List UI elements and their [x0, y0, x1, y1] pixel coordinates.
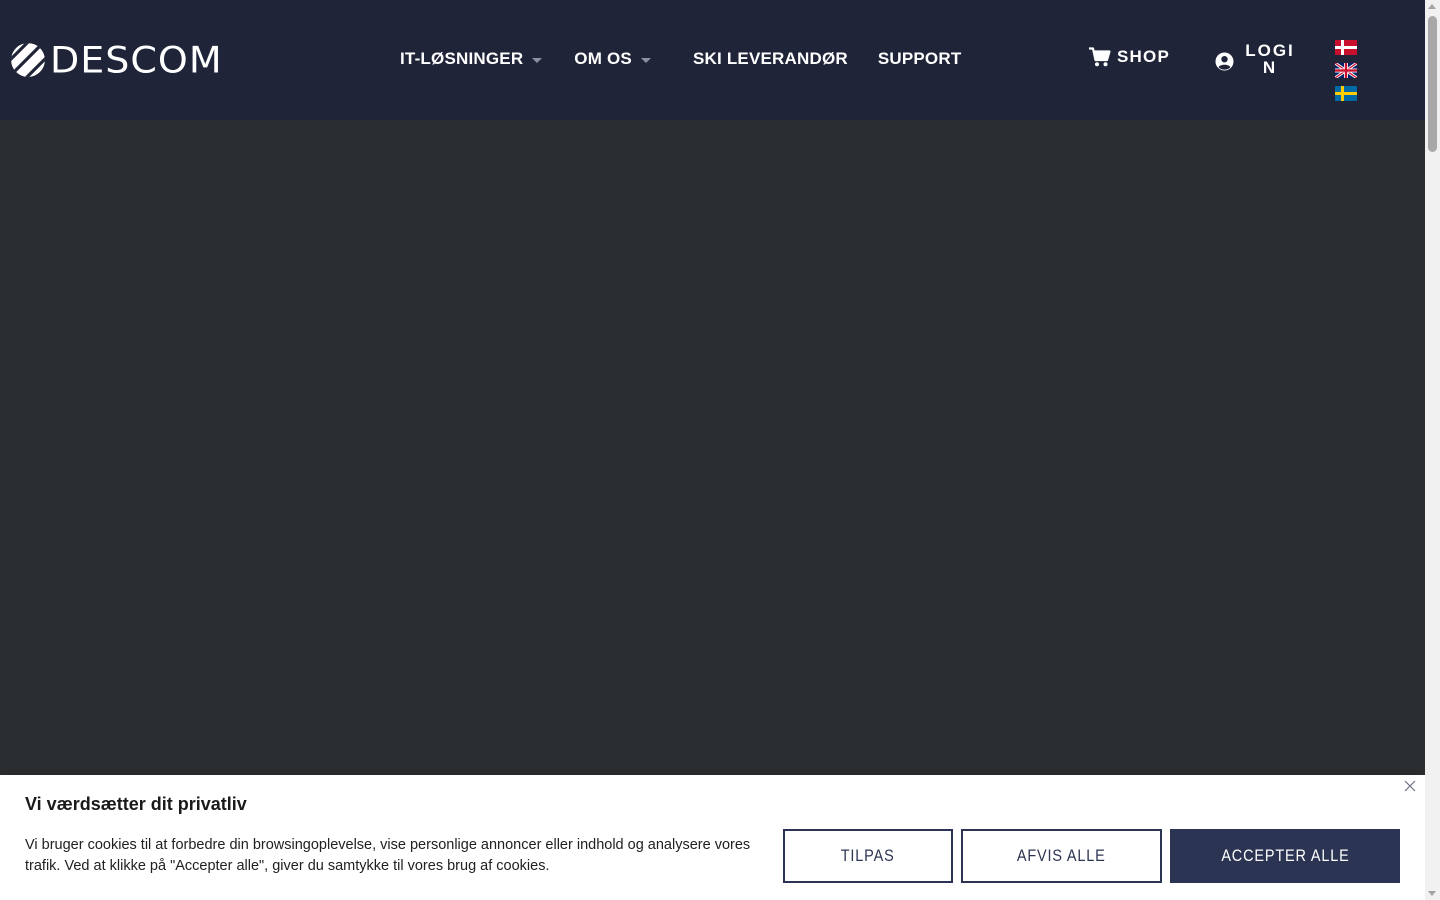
- uk-flag-icon[interactable]: [1335, 63, 1357, 78]
- nav-item-ski-supplier[interactable]: SKI LEVERANDØR: [693, 49, 848, 69]
- logo[interactable]: DESCOM: [10, 42, 223, 78]
- accept-all-button[interactable]: Accepter alle: [1170, 829, 1400, 883]
- danish-flag-icon[interactable]: [1335, 40, 1357, 55]
- swedish-flag-icon[interactable]: [1335, 86, 1357, 101]
- language-switcher: [1335, 40, 1387, 109]
- nav-item-about[interactable]: OM OS: [574, 49, 651, 69]
- cookie-title: Vi værdsætter dit privatliv: [25, 794, 247, 814]
- nav-item-label: IT-LØSNINGER: [400, 49, 524, 68]
- logo-mark-icon: [11, 43, 45, 77]
- customize-button[interactable]: Tilpas: [783, 829, 953, 883]
- page-scrollbar[interactable]: [1425, 0, 1440, 900]
- customize-button-label: Tilpas: [841, 846, 895, 865]
- main-nav: IT-LØSNINGER OM OS SKI LEVERANDØR SUPPOR…: [400, 47, 961, 71]
- scroll-up-arrow-icon[interactable]: [1428, 4, 1436, 9]
- nav-item-support[interactable]: SUPPORT: [878, 49, 962, 69]
- site-header: DESCOM IT-LØSNINGER OM OS SKI LEVERANDØR…: [0, 0, 1425, 120]
- nav-item-it-solutions[interactable]: IT-LØSNINGER: [400, 49, 543, 69]
- shop-link[interactable]: SHOP: [1089, 47, 1170, 67]
- logo-text: DESCOM: [50, 39, 223, 81]
- page: DESCOM IT-LØSNINGER OM OS SKI LEVERANDØR…: [0, 0, 1425, 900]
- reject-all-button[interactable]: Afvis alle: [961, 829, 1162, 883]
- cart-icon: [1089, 47, 1111, 67]
- scroll-thumb[interactable]: [1428, 16, 1437, 152]
- nav-item-label: OM OS: [574, 49, 632, 68]
- reject-all-button-label: Afvis alle: [1017, 846, 1106, 865]
- nav-item-label: SUPPORT: [877, 49, 962, 68]
- close-icon[interactable]: [1404, 780, 1416, 792]
- caret-down-icon: [532, 57, 543, 63]
- cookie-banner: Vi værdsætter dit privatliv Vi bruger co…: [0, 775, 1425, 900]
- cookie-text: Vi bruger cookies til at forbedre din br…: [25, 837, 751, 874]
- shop-label: SHOP: [1117, 47, 1170, 66]
- nav-item-label: SKI LEVERANDØR: [692, 49, 848, 68]
- scroll-down-arrow-icon[interactable]: [1428, 891, 1436, 896]
- login-link[interactable]: LOGIN: [1215, 42, 1296, 76]
- accept-all-button-label: Accepter alle: [1220, 846, 1350, 865]
- login-label: LOGIN: [1245, 41, 1295, 77]
- user-circle-icon: [1215, 52, 1234, 71]
- hero-section: [0, 120, 1425, 775]
- caret-down-icon: [640, 57, 651, 63]
